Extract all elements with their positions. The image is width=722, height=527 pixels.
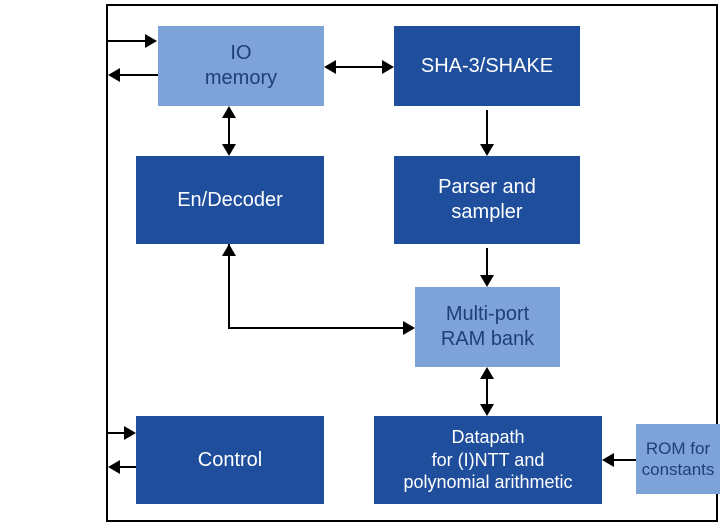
arrowhead-ext-in [145, 34, 157, 48]
arrow-ram-dp-line [486, 379, 488, 404]
label-en-decoder: En/Decoder [177, 188, 283, 213]
diagram-canvas: IO memory SHA-3/SHAKE En/Decoder Parser … [0, 0, 722, 527]
arrowhead-ext-ctrl-in [124, 426, 136, 440]
arrowhead-ext-out [108, 68, 120, 82]
arrowhead-ram-dp-up [480, 367, 494, 379]
arrow-rom-dp-line [614, 459, 636, 461]
arrowhead-io-enc-up [222, 106, 236, 118]
arrowhead-enc-ram-top [222, 244, 236, 256]
label-sha3-shake: SHA-3/SHAKE [421, 54, 553, 79]
arrowhead-sha-parser [480, 144, 494, 156]
arrow-enc-ram-v [228, 244, 230, 329]
arrow-parser-ram-line [486, 248, 488, 275]
arrow-ext-in [107, 40, 147, 42]
label-datapath: Datapath for (I)NTT and polynomial arith… [403, 426, 572, 494]
arrowhead-parser-ram [480, 275, 494, 287]
arrowhead-rom-dp [602, 453, 614, 467]
arrowhead-io-sha-right [382, 60, 394, 74]
arrowhead-enc-ram [403, 321, 415, 335]
block-parser-sampler: Parser and sampler [394, 156, 580, 244]
arrow-ext-ctrl-out [120, 466, 136, 468]
arrow-io-enc-line [228, 118, 230, 144]
block-en-decoder: En/Decoder [136, 156, 324, 244]
block-rom-constants: ROM for constants [636, 424, 720, 494]
block-datapath: Datapath for (I)NTT and polynomial arith… [374, 416, 602, 504]
block-multiport-ram: Multi-port RAM bank [415, 287, 560, 367]
label-parser-sampler: Parser and sampler [438, 175, 536, 225]
arrowhead-io-enc-down [222, 144, 236, 156]
block-sha3-shake: SHA-3/SHAKE [394, 26, 580, 106]
arrow-sha-parser-line [486, 110, 488, 144]
label-rom-constants: ROM for constants [642, 438, 715, 481]
arrow-ext-ctrl-in [107, 432, 125, 434]
arrow-io-sha-line [336, 66, 382, 68]
label-multiport-ram: Multi-port RAM bank [441, 302, 534, 352]
arrowhead-ext-ctrl-out [108, 460, 120, 474]
arrow-ext-out [120, 74, 158, 76]
block-io-memory: IO memory [158, 26, 324, 106]
arrow-enc-ram-h [228, 327, 403, 329]
label-io-memory: IO memory [205, 41, 277, 91]
block-control: Control [136, 416, 324, 504]
arrowhead-ram-dp-down [480, 404, 494, 416]
label-control: Control [198, 448, 262, 473]
arrowhead-io-sha-left [324, 60, 336, 74]
